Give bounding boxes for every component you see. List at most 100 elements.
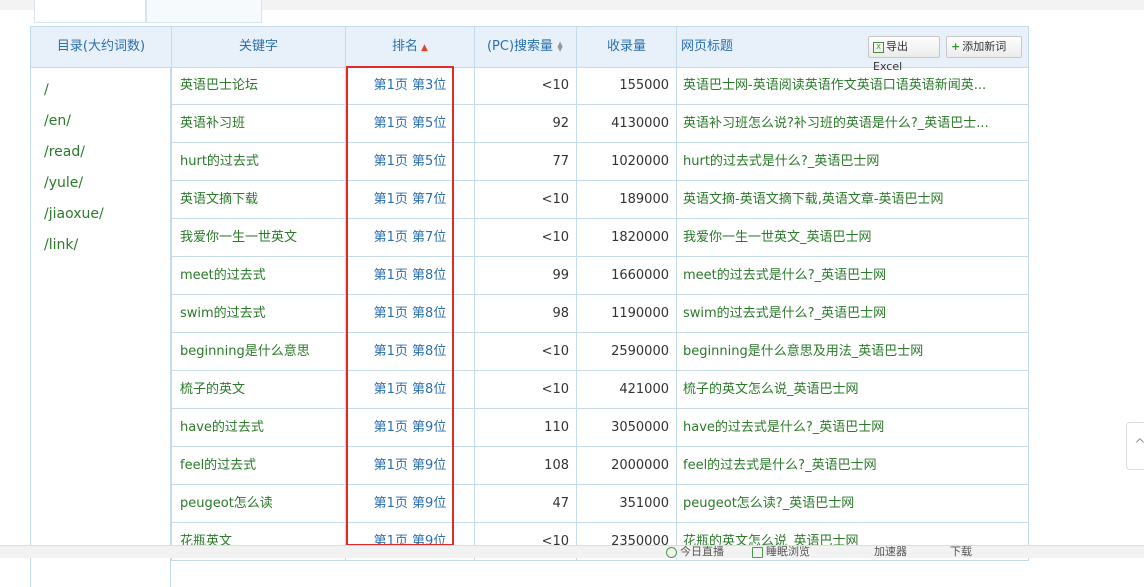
tab-inactive[interactable] [146, 0, 262, 23]
plus-icon: + [951, 40, 961, 53]
rank-cell[interactable]: 第1页 第9位 [345, 447, 474, 484]
page-title-cell[interactable]: 英语补习班怎么说?补习班的英语是什么?_英语巴士... [676, 105, 1029, 142]
rank-cell[interactable]: 第1页 第5位 [345, 105, 474, 142]
page-title-cell[interactable]: have的过去式是什么?_英语巴士网 [676, 409, 1029, 446]
table-row: 我爱你一生一世英文 第1页 第7位 <10 1820000 我爱你一生一世英文_英语巴士… [171, 219, 1029, 257]
keyword-cell[interactable]: 梳子的英文 [171, 371, 345, 408]
rank-cell[interactable]: 第1页 第8位 [345, 257, 474, 294]
statusbar-speed-label: 加速器 [874, 545, 907, 558]
keyword-cell[interactable]: 英语补习班 [171, 105, 345, 142]
statusbar-speed[interactable]: 加速器 [874, 546, 907, 558]
chevron-up-icon[interactable]: ^ [1134, 437, 1144, 453]
side-float-widget[interactable]: ^ [1126, 422, 1144, 470]
page-title-cell[interactable]: feel的过去式是什么?_英语巴士网 [676, 447, 1029, 484]
header-keyword-label: 关键字 [238, 39, 278, 54]
indexed-cell: 1660000 [576, 257, 676, 294]
rank-cell[interactable]: 第1页 第8位 [345, 333, 474, 370]
pc-volume-cell: <10 [474, 333, 576, 370]
indexed-cell: 155000 [576, 67, 676, 104]
page-title-cell[interactable]: peugeot怎么读?_英语巴士网 [676, 485, 1029, 522]
table-row: 英语文摘下载 第1页 第7位 <10 189000 英语文摘-英语文摘下载,英语文章-英… [171, 181, 1029, 219]
page-title-cell[interactable]: hurt的过去式是什么?_英语巴士网 [676, 143, 1029, 180]
pc-volume-cell: 92 [474, 105, 576, 142]
rank-cell[interactable]: 第1页 第9位 [345, 485, 474, 522]
table-header: 目录(大约词数) 关键字 排名 ▲ (PC)搜索量 ▲ ▼ 收录量 网页标题 X 导出E… [30, 26, 1029, 73]
pc-volume-cell: 77 [474, 143, 576, 180]
table-row: 英语巴士论坛 第1页 第3位 <10 155000 英语巴士网-英语阅读英语作文英语口语… [171, 67, 1029, 105]
page-title-cell[interactable]: 英语文摘-英语文摘下载,英语文章-英语巴士网 [676, 181, 1029, 218]
table-row: 英语补习班 第1页 第5位 92 4130000 英语补习班怎么说?补习班的英语是什么?… [171, 105, 1029, 143]
rank-cell[interactable]: 第1页 第9位 [345, 409, 474, 446]
play-icon [666, 546, 677, 558]
keyword-cell[interactable]: have的过去式 [171, 409, 345, 446]
directory-item[interactable]: /link/ [44, 237, 78, 253]
keyword-cell[interactable]: feel的过去式 [171, 447, 345, 484]
rank-cell[interactable]: 第1页 第8位 [345, 371, 474, 408]
pc-volume-cell: <10 [474, 371, 576, 408]
pc-volume-cell: 108 [474, 447, 576, 484]
pc-volume-cell: <10 [474, 219, 576, 256]
page-title-cell[interactable]: swim的过去式是什么?_英语巴士网 [676, 295, 1029, 332]
indexed-cell: 2590000 [576, 333, 676, 370]
header-indexed-label: 收录量 [606, 39, 646, 54]
add-keyword-label: 添加新词 [962, 40, 1007, 53]
export-excel-button[interactable]: X 导出Excel [868, 36, 940, 73]
directory-item[interactable]: /en/ [44, 113, 71, 129]
directory-item[interactable]: /read/ [44, 144, 85, 160]
header-rank[interactable]: 排名 ▲ [345, 27, 474, 67]
table-row: swim的过去式 第1页 第8位 98 1190000 swim的过去式是什么?_英语巴… [171, 295, 1029, 333]
directory-column: / /en/ /read/ /yule/ /jiaoxue/ /link/ [30, 67, 171, 587]
page-title-cell[interactable]: beginning是什么意思及用法_英语巴士网 [676, 333, 1029, 370]
keyword-cell[interactable]: swim的过去式 [171, 295, 345, 332]
page-title-cell[interactable]: 英语巴士网-英语阅读英语作文英语口语英语新闻英... [676, 67, 1029, 104]
keyword-cell[interactable]: meet的过去式 [171, 257, 345, 294]
indexed-cell: 3050000 [576, 409, 676, 446]
page-title-cell[interactable]: 我爱你一生一世英文_英语巴士网 [676, 219, 1029, 256]
directory-item[interactable]: /yule/ [44, 175, 83, 191]
page-title-cell[interactable]: 梳子的英文怎么说_英语巴士网 [676, 371, 1029, 408]
directory-item[interactable]: / [44, 82, 49, 98]
sort-desc-icon[interactable]: ▲ [421, 43, 428, 53]
header-directory: 目录(大约词数) [30, 27, 171, 67]
statusbar-mode[interactable]: 睡眠浏览 [752, 546, 810, 558]
keyword-cell[interactable]: 我爱你一生一世英文 [171, 219, 345, 256]
statusbar-live-label: 今日直播 [680, 545, 724, 558]
indexed-cell: 1020000 [576, 143, 676, 180]
keyword-cell[interactable]: 英语巴士论坛 [171, 67, 345, 104]
status-bar: 今日直播 睡眠浏览 加速器 下载 [0, 545, 1144, 558]
keyword-cell[interactable]: hurt的过去式 [171, 143, 345, 180]
header-keyword: 关键字 [171, 27, 345, 67]
directory-item[interactable]: /jiaoxue/ [44, 206, 104, 222]
pc-volume-cell: 47 [474, 485, 576, 522]
table-row: meet的过去式 第1页 第8位 99 1660000 meet的过去式是什么?_英语巴… [171, 257, 1029, 295]
indexed-cell: 1190000 [576, 295, 676, 332]
rank-cell[interactable]: 第1页 第3位 [345, 67, 474, 104]
page-title-cell[interactable]: meet的过去式是什么?_英语巴士网 [676, 257, 1029, 294]
table-row: have的过去式 第1页 第9位 110 3050000 have的过去式是什么?_英语… [171, 409, 1029, 447]
header-rank-label[interactable]: 排名 [392, 39, 418, 54]
tab-active[interactable] [34, 0, 146, 23]
indexed-cell: 189000 [576, 181, 676, 218]
rank-cell[interactable]: 第1页 第5位 [345, 143, 474, 180]
excel-icon: X [873, 41, 884, 53]
header-pc-volume-label[interactable]: (PC)搜索量 [487, 39, 553, 54]
header-pc-volume[interactable]: (PC)搜索量 ▲ ▼ [474, 27, 576, 67]
header-directory-label: 目录(大约词数) [56, 39, 146, 54]
pc-volume-cell: <10 [474, 67, 576, 104]
keyword-cell[interactable]: beginning是什么意思 [171, 333, 345, 370]
statusbar-download[interactable]: 下载 [950, 546, 972, 558]
sort-both-icon[interactable]: ▲ ▼ [556, 40, 564, 52]
pc-volume-cell: <10 [474, 181, 576, 218]
statusbar-live[interactable]: 今日直播 [666, 546, 724, 558]
rank-cell[interactable]: 第1页 第8位 [345, 295, 474, 332]
rank-cell[interactable]: 第1页 第7位 [345, 181, 474, 218]
indexed-cell: 1820000 [576, 219, 676, 256]
statusbar-download-label: 下载 [950, 545, 972, 558]
add-keyword-button[interactable]: + 添加新词 [946, 36, 1022, 58]
keyword-cell[interactable]: 英语文摘下载 [171, 181, 345, 218]
table-row: feel的过去式 第1页 第9位 108 2000000 feel的过去式是什么?_英语… [171, 447, 1029, 485]
pc-volume-cell: 99 [474, 257, 576, 294]
indexed-cell: 421000 [576, 371, 676, 408]
keyword-cell[interactable]: peugeot怎么读 [171, 485, 345, 522]
rank-cell[interactable]: 第1页 第7位 [345, 219, 474, 256]
